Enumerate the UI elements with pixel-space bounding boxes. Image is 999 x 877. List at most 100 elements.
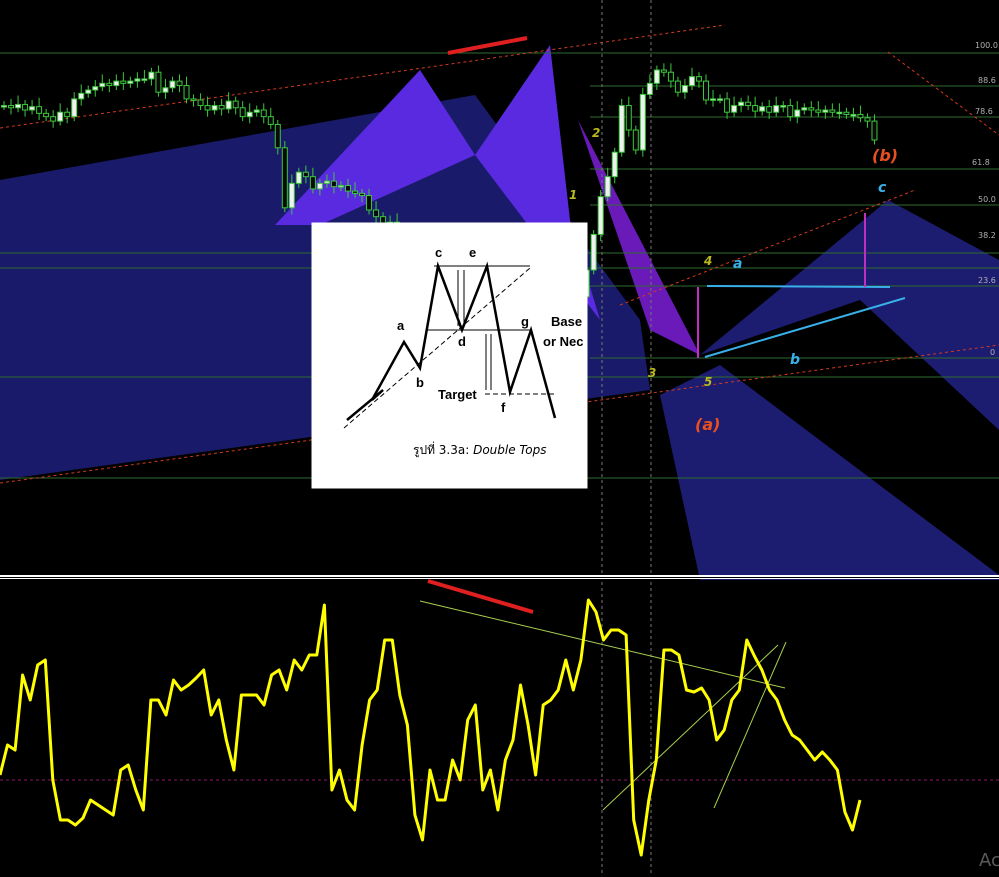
candle-body — [218, 105, 225, 110]
candle-body — [373, 209, 380, 218]
candle-body — [850, 113, 857, 117]
candle-body — [731, 105, 738, 113]
candle-body — [106, 82, 113, 87]
candle-body — [625, 105, 632, 131]
candle-body — [190, 98, 197, 101]
candle-body — [134, 78, 141, 82]
fib-label: 88.6 — [978, 76, 996, 85]
candle-body — [239, 107, 246, 118]
fib-label: 100.0 — [975, 41, 998, 50]
chart-canvas[interactable]: 100.0 88.6 78.6 61.8 50.0 38.2 23.6 0 2 … — [0, 0, 999, 873]
candle-body — [710, 98, 717, 101]
candle-body — [836, 111, 843, 115]
candle-body — [695, 76, 702, 82]
candle-body — [801, 107, 808, 111]
candle-body — [738, 101, 745, 107]
candle-body — [302, 171, 309, 178]
wave-label-1: 1 — [569, 188, 577, 202]
candle-body — [822, 109, 829, 113]
candle-body — [57, 111, 64, 122]
inset-label-d: d — [458, 334, 466, 349]
candle-body — [597, 196, 604, 235]
candle-body — [274, 123, 281, 149]
inset-label-b: b — [416, 375, 424, 390]
watermark-text: Ac — [979, 850, 999, 871]
candle-body — [281, 147, 288, 209]
candle-body — [155, 71, 162, 93]
fib-label: 50.0 — [978, 195, 996, 204]
candle-body — [288, 182, 295, 209]
candle-body — [120, 80, 127, 84]
candle-body — [50, 116, 57, 122]
candle-body — [225, 100, 232, 110]
candle-body — [667, 71, 674, 82]
candle-body — [829, 109, 836, 113]
candle-body — [148, 71, 155, 80]
candle-body — [745, 101, 752, 107]
candle-body — [352, 190, 358, 194]
pattern-bottom-wing — [660, 365, 999, 580]
candle-body — [99, 82, 106, 88]
inset-caption: รูปที่ 3.3a: Double Tops — [413, 441, 547, 458]
candle-body — [766, 106, 773, 113]
double-tops-inset: a b c d e f g Base or Nec Target รูปที่ … — [311, 222, 588, 489]
candle-body — [618, 105, 625, 153]
candle-body — [309, 176, 316, 190]
wave-label-big-b: (b) — [872, 146, 898, 165]
panel-separator[interactable] — [0, 575, 999, 579]
candle-body — [794, 109, 801, 118]
candle-body — [639, 93, 646, 151]
candle-body — [808, 107, 815, 111]
candle-body — [253, 109, 260, 113]
candle-body — [169, 80, 176, 89]
inset-label-g: g — [521, 314, 529, 329]
candle-body — [724, 98, 731, 113]
candle-body — [316, 182, 323, 190]
candle-body — [330, 180, 337, 188]
candle-body — [843, 111, 850, 115]
fib-label: 78.6 — [975, 107, 993, 116]
wave-label-4: 4 — [703, 254, 712, 268]
candle-body — [211, 105, 218, 111]
candle-body — [857, 113, 864, 119]
inset-caption-en: Double Tops — [473, 443, 546, 457]
candle-body — [8, 105, 15, 109]
candle-body — [295, 171, 302, 184]
inset-base-text: Base — [551, 314, 582, 329]
candle-body — [127, 80, 134, 84]
candle-body — [632, 129, 639, 151]
oscillator-line — [0, 598, 862, 857]
candle-body — [780, 105, 787, 108]
wave-label-a: a — [733, 256, 742, 272]
candle-body — [1, 105, 7, 108]
chart-root: 100.0 88.6 78.6 61.8 50.0 38.2 23.6 0 2 … — [0, 0, 999, 873]
inset-label-a: a — [397, 318, 405, 333]
candle-body — [43, 112, 50, 118]
inset-caption-thai: รูปที่ 3.3a: — [413, 441, 473, 458]
inset-neck-text: or Nec — [543, 334, 583, 349]
candle-body — [344, 185, 351, 192]
candle-body — [674, 80, 681, 93]
candle-body — [260, 109, 267, 118]
candle-body — [590, 233, 597, 271]
wave-label-b: b — [790, 352, 800, 368]
candle-body — [204, 105, 211, 111]
candle-body — [864, 117, 871, 122]
wave-label-3: 3 — [648, 366, 656, 380]
fib-label: 61.8 — [972, 158, 990, 167]
candle-body — [29, 106, 36, 111]
candle-body — [323, 180, 330, 184]
candle-body — [78, 92, 85, 100]
candle-body — [183, 85, 190, 100]
candle-body — [688, 76, 695, 87]
candle-body — [359, 192, 366, 197]
wave-label-2: 2 — [592, 126, 600, 140]
fib-label: 38.2 — [978, 231, 996, 240]
candle-body — [36, 106, 43, 114]
candle-body — [176, 80, 183, 87]
candle-body — [653, 69, 660, 84]
candle-body — [162, 87, 169, 93]
candle-body — [871, 120, 878, 141]
inset-label-f: f — [501, 400, 506, 415]
candle-body — [232, 100, 239, 109]
